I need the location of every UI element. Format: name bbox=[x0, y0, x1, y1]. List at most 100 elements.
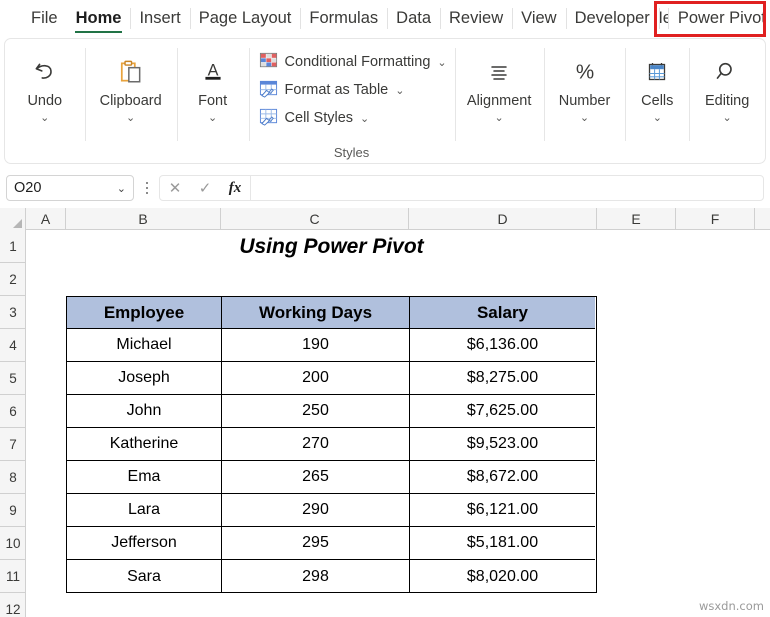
chevron-down-icon[interactable]: ⌄ bbox=[437, 56, 446, 70]
cell-styles-button[interactable]: Cell Styles ⌄ bbox=[259, 104, 369, 132]
cell-salary[interactable]: $8,672.00 bbox=[410, 461, 595, 494]
sheet-title-cell[interactable]: Using Power Pivot bbox=[66, 230, 597, 263]
cell-working-days[interactable]: 270 bbox=[222, 428, 410, 461]
column-header-e[interactable]: E bbox=[597, 208, 676, 230]
tab-page-layout[interactable]: Page Layout bbox=[189, 0, 301, 37]
row-header-11[interactable]: 11 bbox=[0, 560, 26, 593]
confirm-formula-icon[interactable]: ✓ bbox=[190, 176, 220, 200]
font-icon[interactable]: A bbox=[200, 51, 226, 93]
undo-icon[interactable] bbox=[32, 51, 58, 93]
tab-review[interactable]: Review bbox=[440, 0, 512, 37]
tab-power-pivot[interactable]: Power Pivot bbox=[667, 0, 770, 37]
tab-help[interactable]: Help bbox=[658, 0, 668, 37]
row-header-5[interactable]: 5 bbox=[0, 362, 26, 395]
cell-salary[interactable]: $8,020.00 bbox=[410, 560, 595, 593]
tab-view[interactable]: View bbox=[512, 0, 565, 37]
tab-insert[interactable]: Insert bbox=[130, 0, 189, 37]
column-header-row: A B C D E F bbox=[0, 208, 770, 230]
conditional-formatting-button[interactable]: Conditional Formatting ⌄ bbox=[259, 48, 447, 76]
cell-employee[interactable]: Sara bbox=[67, 560, 222, 593]
tab-developer[interactable]: Developer bbox=[565, 0, 659, 37]
chevron-down-icon[interactable]: ⌄ bbox=[580, 111, 589, 125]
tab-label: Formulas bbox=[309, 9, 379, 27]
cancel-formula-icon[interactable]: ✕ bbox=[160, 176, 190, 200]
tab-home[interactable]: Home bbox=[67, 0, 131, 37]
cell-salary[interactable]: $6,136.00 bbox=[410, 329, 595, 362]
cell-employee[interactable]: Jefferson bbox=[67, 527, 222, 560]
cell-salary[interactable]: $7,625.00 bbox=[410, 395, 595, 428]
cell-employee[interactable]: Joseph bbox=[67, 362, 222, 395]
row-header-9[interactable]: 9 bbox=[0, 494, 26, 527]
cell-salary[interactable]: $6,121.00 bbox=[410, 494, 595, 527]
cell-employee[interactable]: Michael bbox=[67, 329, 222, 362]
table-row: Michael 190 $6,136.00 bbox=[67, 329, 596, 362]
ribbon-group-undo[interactable]: Undo ⌄ bbox=[5, 39, 85, 163]
table-header-employee[interactable]: Employee bbox=[67, 297, 222, 329]
insert-function-icon[interactable]: fx bbox=[220, 176, 250, 200]
watermark: wsxdn.com bbox=[698, 599, 764, 613]
table-header-salary[interactable]: Salary bbox=[410, 297, 595, 329]
chevron-down-icon[interactable]: ⌄ bbox=[395, 84, 404, 98]
column-header-f[interactable]: F bbox=[676, 208, 755, 230]
cell-employee[interactable]: Katherine bbox=[67, 428, 222, 461]
cell-employee[interactable]: Lara bbox=[67, 494, 222, 527]
tab-formulas[interactable]: Formulas bbox=[300, 0, 387, 37]
chevron-down-icon[interactable]: ⌄ bbox=[126, 111, 135, 125]
ribbon-group-alignment[interactable]: Alignment ⌄ bbox=[454, 39, 544, 163]
chevron-down-icon[interactable]: ⌄ bbox=[117, 182, 126, 195]
tab-data[interactable]: Data bbox=[387, 0, 440, 37]
cell-working-days[interactable]: 298 bbox=[222, 560, 410, 593]
tab-label: Power Pivot bbox=[677, 9, 766, 27]
ribbon-group-label: Number bbox=[558, 93, 611, 109]
row-header-12[interactable]: 12 bbox=[0, 593, 26, 617]
cells-icon[interactable] bbox=[645, 51, 669, 93]
row-header-8[interactable]: 8 bbox=[0, 461, 26, 494]
row-header-10[interactable]: 10 bbox=[0, 527, 26, 560]
ribbon-group-cells[interactable]: Cells ⌄ bbox=[625, 39, 689, 163]
chevron-down-icon[interactable]: ⌄ bbox=[360, 112, 369, 126]
percent-icon[interactable]: % bbox=[572, 51, 598, 93]
format-as-table-button[interactable]: Format as Table ⌄ bbox=[259, 76, 404, 104]
cell-salary[interactable]: $5,181.00 bbox=[410, 527, 595, 560]
row-header-3[interactable]: 3 bbox=[0, 296, 26, 329]
table-header-working-days[interactable]: Working Days bbox=[222, 297, 410, 329]
cell-working-days[interactable]: 250 bbox=[222, 395, 410, 428]
name-box[interactable]: O20 ⌄ bbox=[6, 175, 134, 201]
chevron-down-icon[interactable]: ⌄ bbox=[208, 111, 217, 125]
row-header-1[interactable]: 1 bbox=[0, 230, 26, 263]
table-row: John 250 $7,625.00 bbox=[67, 395, 596, 428]
row-header-7[interactable]: 7 bbox=[0, 428, 26, 461]
column-header-b[interactable]: B bbox=[66, 208, 221, 230]
cell-employee[interactable]: John bbox=[67, 395, 222, 428]
cell-salary[interactable]: $9,523.00 bbox=[410, 428, 595, 461]
clipboard-icon[interactable] bbox=[118, 51, 144, 93]
tab-label: Help bbox=[659, 9, 668, 27]
column-header-c[interactable]: C bbox=[221, 208, 409, 230]
row-header-4[interactable]: 4 bbox=[0, 329, 26, 362]
cell-salary[interactable]: $8,275.00 bbox=[410, 362, 595, 395]
cell-working-days[interactable]: 295 bbox=[222, 527, 410, 560]
chevron-down-icon[interactable]: ⌄ bbox=[495, 111, 504, 125]
cell-working-days[interactable]: 265 bbox=[222, 461, 410, 494]
ribbon-group-clipboard[interactable]: Clipboard ⌄ bbox=[84, 39, 177, 163]
cell-working-days[interactable]: 290 bbox=[222, 494, 410, 527]
column-header-d[interactable]: D bbox=[409, 208, 597, 230]
ribbon-group-editing[interactable]: Editing ⌄ bbox=[689, 39, 765, 163]
ribbon-group-font[interactable]: A Font ⌄ bbox=[176, 39, 249, 163]
formula-input[interactable] bbox=[251, 176, 763, 200]
cell-employee[interactable]: Ema bbox=[67, 461, 222, 494]
row-header-2[interactable]: 2 bbox=[0, 263, 26, 296]
chevron-down-icon[interactable]: ⌄ bbox=[723, 111, 732, 125]
column-header-a[interactable]: A bbox=[26, 208, 66, 230]
row-header-6[interactable]: 6 bbox=[0, 395, 26, 428]
select-all-corner[interactable] bbox=[0, 208, 26, 230]
tab-file[interactable]: File bbox=[22, 0, 67, 37]
ribbon-group-number[interactable]: % Number ⌄ bbox=[543, 39, 626, 163]
cell-working-days[interactable]: 190 bbox=[222, 329, 410, 362]
search-icon[interactable] bbox=[714, 51, 740, 93]
alignment-icon[interactable] bbox=[487, 51, 511, 93]
name-box-resize-handle[interactable] bbox=[139, 175, 155, 201]
chevron-down-icon[interactable]: ⌄ bbox=[40, 111, 49, 125]
cell-working-days[interactable]: 200 bbox=[222, 362, 410, 395]
chevron-down-icon[interactable]: ⌄ bbox=[653, 111, 662, 125]
